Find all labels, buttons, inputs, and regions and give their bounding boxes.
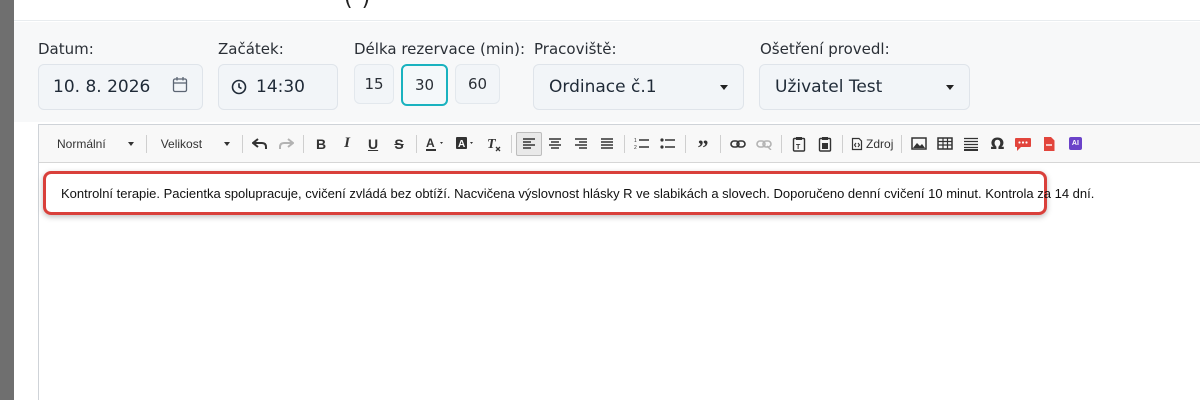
date-label: Datum: <box>38 40 94 58</box>
table-icon[interactable] <box>932 132 958 156</box>
date-input[interactable]: 10. 8. 2026 <box>38 64 203 110</box>
unlink-icon[interactable] <box>751 132 777 156</box>
align-left-icon[interactable] <box>516 131 543 156</box>
redo-icon[interactable] <box>273 132 299 156</box>
toolbar-divider <box>624 134 626 153</box>
reservation-form: Datum: 10. 8. 2026 Začátek: 14:30 Délka … <box>14 22 1200 122</box>
size-dropdown-label: Velikost <box>160 136 203 151</box>
header-strip: ( ) <box>14 0 1200 21</box>
svg-text:T: T <box>796 144 801 151</box>
numbered-list-icon[interactable]: 12 <box>629 132 655 156</box>
start-time-input[interactable]: 14:30 <box>218 64 338 110</box>
horizontal-line-icon[interactable] <box>958 132 984 156</box>
paste-text-icon[interactable]: T <box>786 132 812 156</box>
toolbar-divider <box>242 134 244 153</box>
treated-by-select[interactable]: Uživatel Test <box>759 64 970 110</box>
workplace-label: Pracoviště: <box>534 40 617 58</box>
chevron-down-icon <box>127 141 134 146</box>
duration-30-button[interactable]: 30 <box>401 64 448 106</box>
duration-15-button[interactable]: 15 <box>354 64 394 104</box>
duration-60-button[interactable]: 60 <box>455 64 500 104</box>
toolbar-divider <box>303 134 305 153</box>
clock-icon <box>231 79 247 95</box>
chevron-down-icon <box>720 84 728 90</box>
toolbar-divider <box>416 134 418 153</box>
source-button[interactable]: Zdroj <box>847 137 897 151</box>
ai-assistant-icon[interactable]: AI <box>1062 132 1088 156</box>
svg-text:1: 1 <box>634 138 637 144</box>
svg-text:A: A <box>458 139 465 150</box>
workplace-value: Ordinace č.1 <box>549 77 657 97</box>
special-character-icon[interactable]: Ω <box>984 132 1010 156</box>
ai-label: AI <box>1068 137 1082 150</box>
calendar-icon[interactable] <box>172 76 188 98</box>
toolbar-divider <box>145 134 147 153</box>
workplace-select[interactable]: Ordinace č.1 <box>533 64 744 110</box>
align-center-icon[interactable] <box>542 132 568 156</box>
main-panel: ( ) Datum: 10. 8. 2026 Začátek: <box>14 0 1200 400</box>
align-justify-icon[interactable] <box>594 132 620 156</box>
format-dropdown[interactable]: Normální <box>47 133 142 155</box>
toolbar-divider <box>720 134 722 153</box>
paste-word-icon[interactable] <box>812 132 838 156</box>
chevron-down-icon <box>946 84 954 90</box>
editor-toolbar: Normální Velikost B I U S A A T 1 2 ” T … <box>39 125 1200 163</box>
undo-icon[interactable] <box>247 132 273 156</box>
start-time-value: 14:30 <box>256 77 305 97</box>
source-icon <box>851 137 863 151</box>
image-icon[interactable] <box>906 132 932 156</box>
blockquote-icon[interactable]: ” <box>690 132 716 158</box>
toolbar-divider <box>901 134 903 153</box>
bold-icon[interactable]: B <box>308 132 334 156</box>
text-color-icon[interactable]: A <box>421 132 451 156</box>
svg-text:A: A <box>426 136 435 150</box>
start-label: Začátek: <box>218 40 284 58</box>
strikethrough-icon[interactable]: S <box>386 132 412 156</box>
treated-by-value: Uživatel Test <box>775 77 883 97</box>
align-right-icon[interactable] <box>568 132 594 156</box>
format-dropdown-label: Normální <box>57 136 106 151</box>
chevron-down-icon <box>224 141 231 146</box>
bulleted-list-icon[interactable] <box>655 132 681 156</box>
toolbar-divider <box>842 134 844 153</box>
duration-label: Délka rezervace (min): <box>354 40 526 58</box>
svg-text:2: 2 <box>634 145 637 151</box>
toolbar-divider <box>511 134 513 153</box>
link-icon[interactable] <box>725 132 751 156</box>
note-text: Kontrolní terapie. Pacientka spolupracuj… <box>61 185 1095 201</box>
svg-text:T: T <box>487 137 497 152</box>
underline-icon[interactable]: U <box>360 132 386 156</box>
pdf-export-icon[interactable] <box>1036 132 1062 156</box>
date-value: 10. 8. 2026 <box>53 77 151 97</box>
truncated-title: ( ) <box>344 0 371 11</box>
editor-text-area[interactable]: Kontrolní terapie. Pacientka spolupracuj… <box>43 171 1094 215</box>
toolbar-divider <box>685 134 687 153</box>
source-label: Zdroj <box>866 136 894 151</box>
rich-text-editor: Normální Velikost B I U S A A T 1 2 ” T … <box>38 124 1200 400</box>
treated-by-label: Ošetření provedl: <box>760 40 890 58</box>
comment-icon[interactable] <box>1010 132 1036 156</box>
size-dropdown[interactable]: Velikost <box>151 133 238 155</box>
background-color-icon[interactable]: A <box>451 132 481 156</box>
remove-format-icon[interactable]: T <box>481 132 507 156</box>
italic-icon[interactable]: I <box>334 132 360 156</box>
toolbar-divider <box>781 134 783 153</box>
